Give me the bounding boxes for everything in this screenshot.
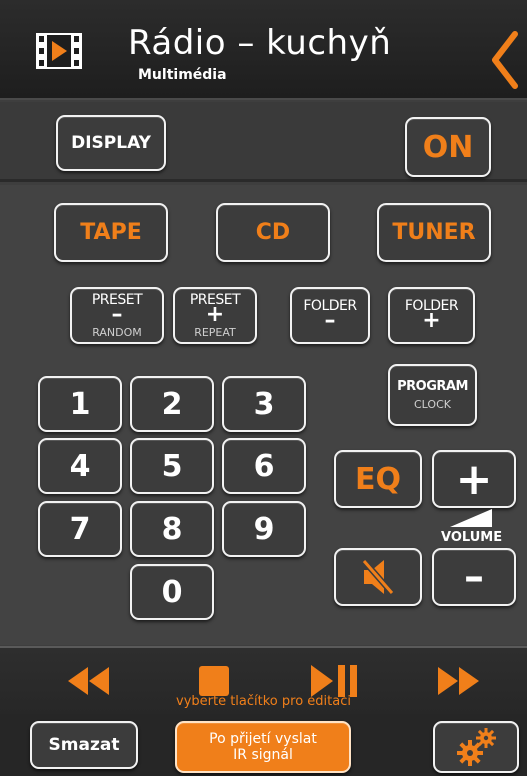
key-6-button[interactable]: 6 (222, 438, 306, 494)
program-clock-button[interactable]: PROGRAM CLOCK (388, 364, 477, 426)
program-top-label: PROGRAM (397, 379, 468, 394)
play-pause-icon[interactable] (311, 665, 359, 697)
preset-minus-button[interactable]: PRESET – RANDOM (70, 287, 164, 344)
key-5-button[interactable]: 5 (130, 438, 214, 494)
preset-plus-symbol: + (205, 302, 225, 327)
key-7-button[interactable]: 7 (38, 501, 122, 557)
volume-label: VOLUME (441, 530, 503, 545)
settings-button[interactable] (433, 721, 519, 773)
stop-icon[interactable] (199, 666, 229, 696)
key-4-button[interactable]: 4 (38, 438, 122, 494)
fast-forward-icon[interactable] (438, 667, 480, 695)
clear-button[interactable]: Smazat (30, 721, 138, 769)
tuner-button[interactable]: TUNER (377, 203, 491, 262)
volume-up-button[interactable]: + (432, 450, 516, 508)
rewind-icon[interactable] (68, 667, 110, 695)
key-8-button[interactable]: 8 (130, 501, 214, 557)
tape-button[interactable]: TAPE (54, 203, 168, 262)
app-header: Rádio – kuchyň Multimédia (0, 0, 527, 100)
mute-button[interactable] (334, 548, 422, 606)
folder-minus-symbol: – (324, 308, 336, 333)
film-play-icon (36, 33, 82, 69)
send-ir-line2: IR signál (233, 747, 293, 763)
eq-button[interactable]: EQ (334, 450, 422, 508)
key-2-button[interactable]: 2 (130, 376, 214, 432)
preset-plus-sub-label: REPEAT (194, 326, 236, 339)
page-title: Rádio – kuchyň (128, 23, 392, 63)
program-sub-label: CLOCK (414, 398, 451, 411)
key-1-button[interactable]: 1 (38, 376, 122, 432)
edit-hint-text: vyberte tlačítko pro editaci (176, 694, 351, 709)
folder-plus-symbol: + (422, 308, 441, 333)
gears-icon (457, 728, 496, 766)
display-button[interactable]: DISPLAY (56, 115, 166, 171)
volume-ramp-icon (450, 509, 492, 527)
volume-down-button[interactable]: – (432, 548, 516, 606)
page-subtitle: Multimédia (138, 67, 227, 83)
send-ir-line1: Po přijetí vyslat (209, 730, 317, 747)
key-9-button[interactable]: 9 (222, 501, 306, 557)
preset-plus-button[interactable]: PRESET + REPEAT (173, 287, 257, 344)
speaker-mute-icon (361, 559, 395, 595)
cd-button[interactable]: CD (216, 203, 330, 262)
power-on-button[interactable]: ON (405, 117, 491, 177)
preset-minus-symbol: – (111, 302, 123, 327)
folder-plus-button[interactable]: FOLDER + (388, 287, 475, 344)
key-0-button[interactable]: 0 (130, 564, 214, 620)
folder-minus-button[interactable]: FOLDER – (290, 287, 370, 344)
key-3-button[interactable]: 3 (222, 376, 306, 432)
preset-minus-sub-label: RANDOM (92, 326, 142, 339)
chevron-left-icon[interactable] (487, 30, 521, 90)
send-ir-button[interactable]: Po přijetí vyslat IR signál (175, 721, 351, 773)
